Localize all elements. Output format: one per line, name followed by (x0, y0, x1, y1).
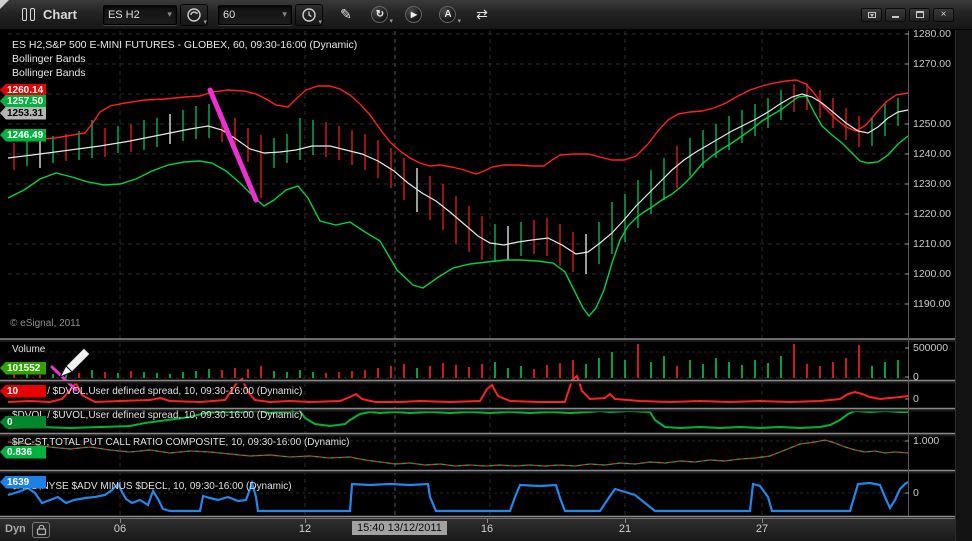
chevron-down-icon[interactable]: ▾ (282, 9, 287, 20)
letter-a-icon: A (439, 6, 456, 23)
timeline-tick-label: 16 (457, 523, 517, 535)
chevron-down-icon: ▾ (457, 18, 461, 25)
minimize-icon (892, 12, 899, 18)
chart-panel-icon (22, 8, 35, 21)
maximize-button[interactable] (909, 8, 930, 22)
interval-clock-button[interactable]: ▾ (295, 4, 323, 26)
close-button[interactable]: × (933, 8, 954, 22)
symbol-refresh-button[interactable]: ▾ (180, 4, 208, 26)
chevron-down-icon: ▾ (389, 18, 393, 25)
timeline-tick-mark (487, 519, 488, 523)
play-button[interactable]: ▶ (401, 4, 427, 26)
window-controls: × (861, 8, 954, 22)
interval-value: 60 (223, 9, 235, 21)
dyn-mode-label: Dyn (5, 523, 26, 535)
timeline-tick-mark (305, 519, 306, 523)
auto-scale-button[interactable]: A ▾ (435, 4, 461, 26)
cursor-datetime-label: 15:40 13/12/2011 (352, 521, 447, 535)
chevron-down-icon: ▾ (318, 19, 322, 26)
refresh-globe-icon (186, 7, 202, 23)
time-template-lock-button[interactable] (32, 522, 50, 538)
timeline-tick-label: 12 (275, 523, 335, 535)
timeline-tick-mark (762, 519, 763, 523)
close-icon: × (941, 10, 947, 20)
interval-combo[interactable]: 60 ▾ (218, 5, 292, 25)
refresh-icon: ↻ (371, 6, 388, 23)
chart-window: Chart ES H2 ▾ ▾ 60 ▾ ▾ ✎ (0, 0, 972, 541)
symbol-value: ES H2 (108, 9, 140, 21)
timeline-bar[interactable]: Dyn 06 12 16 21 27 15:40 13/12/2011 (0, 518, 955, 541)
arrows-swap-icon: ⇄ (476, 6, 488, 23)
chart-canvas[interactable] (0, 0, 955, 541)
chevron-down-icon[interactable]: ▾ (167, 9, 172, 20)
toolbar: Chart ES H2 ▾ ▾ 60 ▾ ▾ ✎ (0, 0, 972, 30)
timeline-tick-label: 21 (595, 523, 655, 535)
timeline-tick-mark (625, 519, 626, 523)
timeline-tick-mark (120, 519, 121, 523)
maximize-icon (916, 11, 924, 18)
dock-window-button[interactable] (861, 8, 882, 22)
vertical-scrollbar[interactable] (955, 30, 972, 541)
window-title: Chart (43, 7, 77, 22)
dock-icon (868, 12, 876, 18)
swap-axes-button[interactable]: ⇄ (469, 4, 495, 26)
minimize-button[interactable] (885, 8, 906, 22)
lock-icon (36, 524, 47, 536)
reload-chart-button[interactable]: ↻ ▾ (367, 4, 393, 26)
clock-icon (301, 7, 317, 23)
draw-tool-button[interactable]: ✎ (333, 4, 359, 26)
window-corner (0, 0, 9, 9)
symbol-combo[interactable]: ES H2 ▾ (103, 5, 177, 25)
chevron-down-icon: ▾ (203, 19, 207, 26)
timeline-tick-label: 27 (732, 523, 792, 535)
timeline-tick-label: 06 (90, 523, 150, 535)
play-icon: ▶ (405, 6, 422, 23)
pencil-icon: ✎ (340, 6, 352, 23)
